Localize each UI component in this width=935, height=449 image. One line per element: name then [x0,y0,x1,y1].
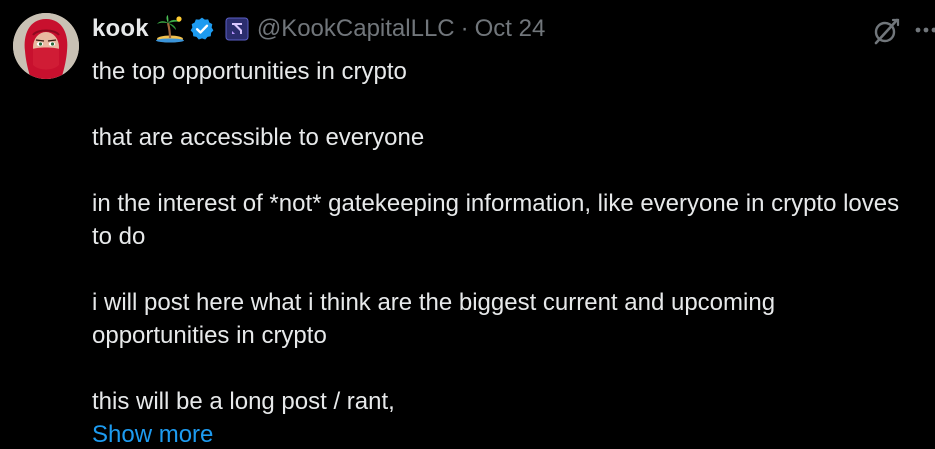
author-name[interactable]: kook [92,15,149,43]
tweet-paragraph: that are accessible to everyone [92,124,425,151]
grok-icon[interactable] [871,16,901,46]
tweet-paragraph: i will post here what i think are the bi… [92,289,776,349]
show-more-link[interactable]: Show more [92,418,907,449]
author-handle[interactable]: @KookCapitalLLC [257,15,455,43]
avatar[interactable] [13,13,79,79]
tweet-header: kook @KookCapitalLLC · Oct 24 [92,13,545,45]
tweet[interactable]: kook @KookCapitalLLC · Oct 24 the top op… [0,0,935,449]
island-emoji-icon [155,15,185,43]
affiliate-badge-icon[interactable] [225,17,249,41]
tweet-paragraph: the top opportunities in crypto [92,58,407,85]
tweet-paragraph: this will be a long post / rant, [92,388,395,415]
tweet-text: the top opportunities in crypto that are… [92,55,907,449]
more-options-icon[interactable] [912,18,935,42]
verified-badge-icon[interactable] [189,16,215,42]
tweet-paragraph: in the interest of *not* gatekeeping inf… [92,190,900,250]
header-separator: · [460,15,469,42]
post-date[interactable]: Oct 24 [475,15,546,43]
